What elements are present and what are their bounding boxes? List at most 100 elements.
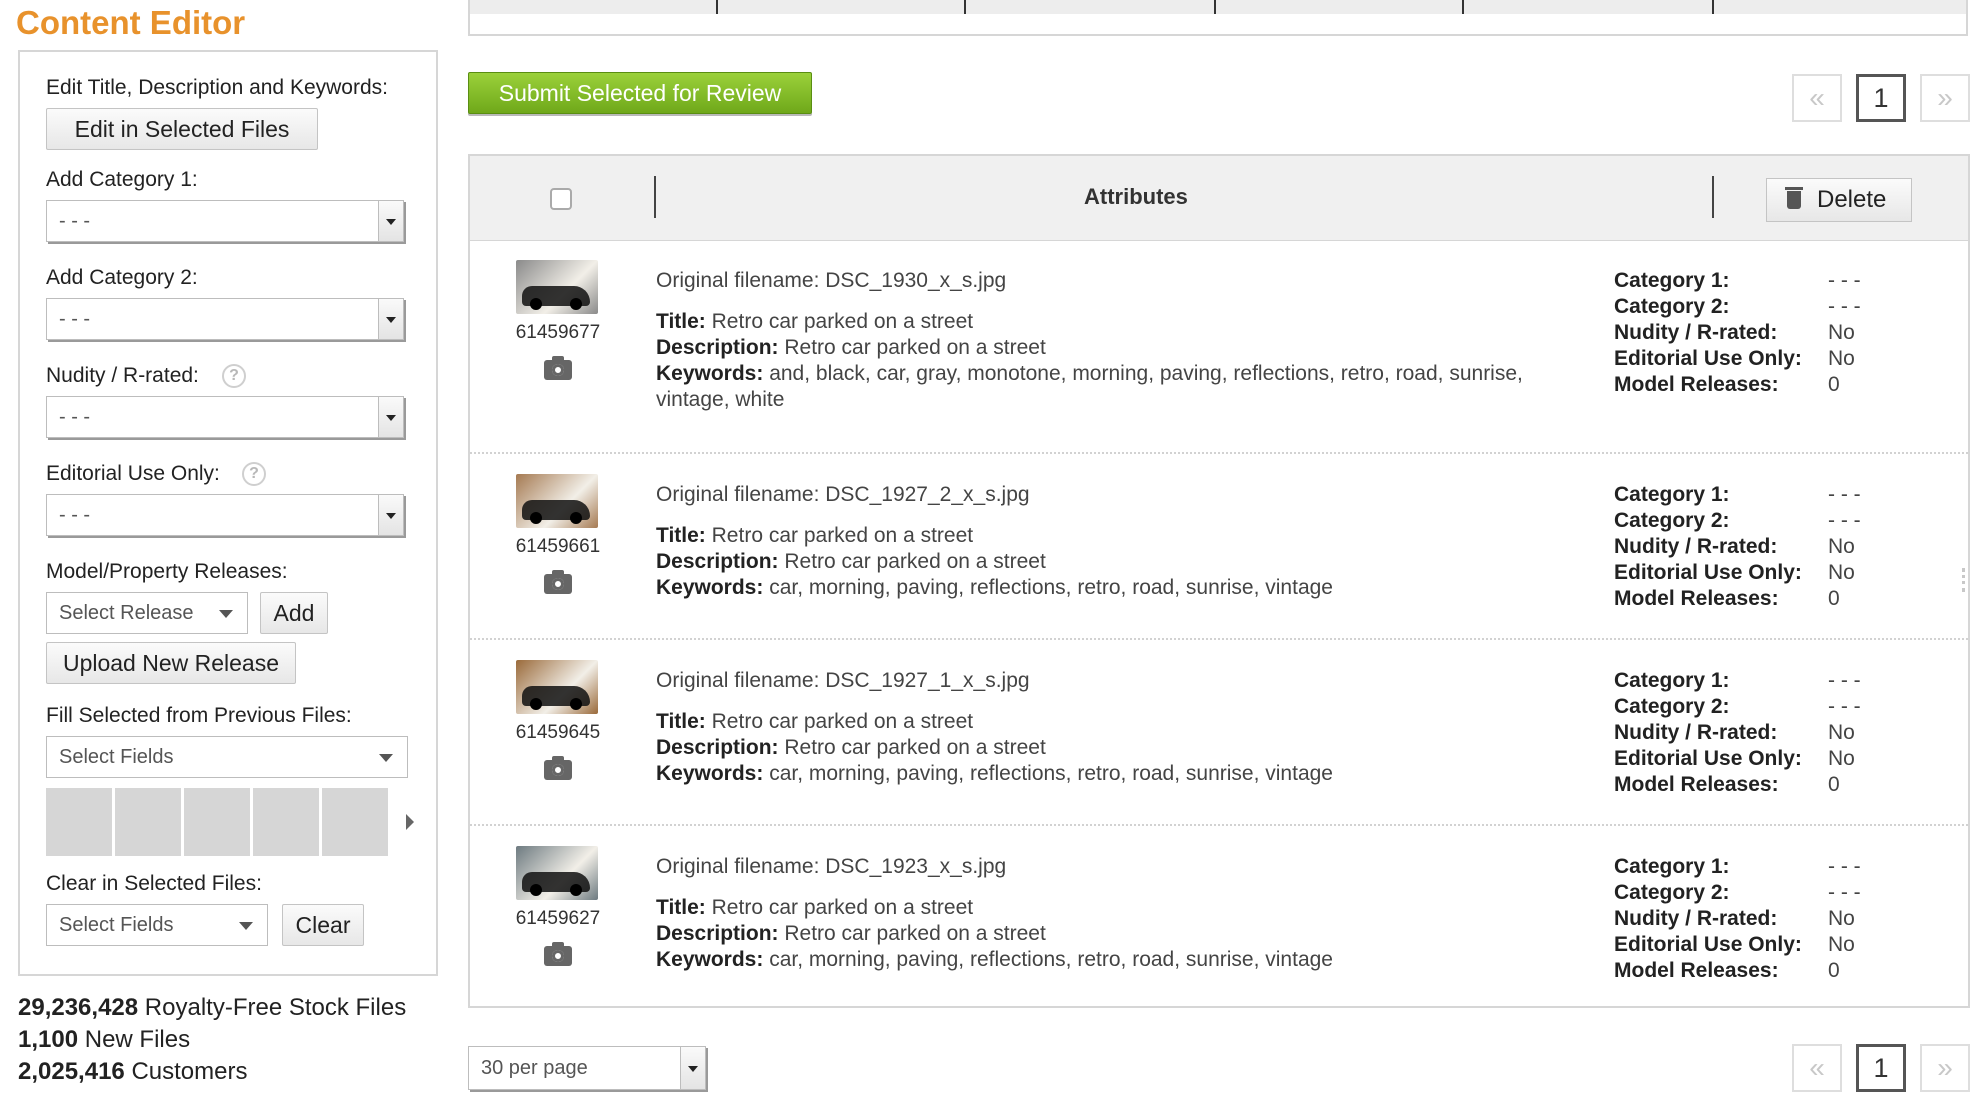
camera-icon[interactable] xyxy=(544,570,572,594)
cat2-value: - - - xyxy=(1828,509,1861,532)
releases-key: Model Releases: xyxy=(1614,587,1779,610)
chevron-down-icon xyxy=(378,201,403,241)
releases-label: Model/Property Releases: xyxy=(46,560,288,583)
nudity-key: Nudity / R-rated: xyxy=(1614,721,1778,744)
per-page-select[interactable]: 30 per page xyxy=(468,1046,706,1090)
next-page-button[interactable]: » xyxy=(1920,1044,1970,1092)
edit-label: Edit Title, Description and Keywords: xyxy=(46,76,388,99)
file-thumbnail[interactable] xyxy=(516,846,598,900)
clear-button[interactable]: Clear xyxy=(282,904,364,946)
release-select[interactable]: Select Release xyxy=(46,592,248,634)
cat2-key: Category 2: xyxy=(1614,295,1730,318)
chevron-down-icon xyxy=(219,610,233,618)
add-release-button[interactable]: Add xyxy=(260,592,328,634)
select-all-checkbox[interactable] xyxy=(550,188,572,210)
help-icon[interactable]: ? xyxy=(242,462,266,486)
editorial-value: No xyxy=(1828,347,1855,370)
file-thumbnail[interactable] xyxy=(516,660,598,714)
wheel-shape xyxy=(530,698,542,710)
file-thumbnail[interactable] xyxy=(516,260,598,314)
cat1-value: - - - xyxy=(1828,269,1861,292)
editorial-label: Editorial Use Only: xyxy=(46,462,220,485)
chevron-down-icon xyxy=(680,1047,705,1089)
cat1-key: Category 1: xyxy=(1614,855,1730,878)
submit-for-review-button[interactable]: Submit Selected for Review xyxy=(468,72,812,114)
file-attributes: Original filename: DSC_1930_x_s.jpg Titl… xyxy=(656,268,1586,413)
nudity-select[interactable]: - - - xyxy=(46,396,404,438)
page-1-button[interactable]: 1 xyxy=(1856,74,1906,122)
top-tab-bar xyxy=(468,0,1968,36)
wheel-shape xyxy=(570,512,582,524)
wheel-shape xyxy=(570,298,582,310)
cat2-value: - - - xyxy=(1828,881,1861,904)
trash-icon xyxy=(1785,187,1803,209)
keywords-line: Keywords: car, morning, paving, reflecti… xyxy=(656,948,1333,971)
stat-new-files: 1,100 New Files xyxy=(18,1026,191,1053)
cat1-key: Category 1: xyxy=(1614,269,1730,292)
table-row[interactable]: 61459645 Original filename: DSC_1927_1_x… xyxy=(470,638,1968,824)
tab-strip xyxy=(470,0,1966,14)
tab-separator xyxy=(716,0,718,14)
keywords-line: Keywords: car, morning, paving, reflecti… xyxy=(656,762,1333,785)
edit-selected-button[interactable]: Edit in Selected Files xyxy=(46,108,318,150)
camera-icon[interactable] xyxy=(544,356,572,380)
previous-files-strip xyxy=(46,788,414,856)
table-header: Attributes Delete xyxy=(470,156,1968,241)
header-divider xyxy=(1712,176,1714,218)
chevron-down-icon xyxy=(379,754,393,762)
camera-icon[interactable] xyxy=(544,756,572,780)
category1-select[interactable]: - - - xyxy=(46,200,404,242)
previous-file-slot[interactable] xyxy=(46,788,112,856)
cat1-key: Category 1: xyxy=(1614,483,1730,506)
previous-file-slot[interactable] xyxy=(322,788,388,856)
page-1-button[interactable]: 1 xyxy=(1856,1044,1906,1092)
upload-release-button[interactable]: Upload New Release xyxy=(46,642,296,684)
cat2-key: Category 2: xyxy=(1614,695,1730,718)
clear-label: Clear in Selected Files: xyxy=(46,872,262,895)
wheel-shape xyxy=(570,698,582,710)
nudity-key: Nudity / R-rated: xyxy=(1614,535,1778,558)
pagination-bottom: « 1 » xyxy=(1778,1044,1970,1092)
table-row[interactable]: 61459661 Original filename: DSC_1927_2_x… xyxy=(470,452,1968,638)
editorial-key: Editorial Use Only: xyxy=(1614,933,1802,956)
page-title: Content Editor xyxy=(16,4,246,41)
nudity-value: No xyxy=(1828,721,1855,744)
prev-page-button[interactable]: « xyxy=(1792,1044,1842,1092)
clear-fields-select[interactable]: Select Fields xyxy=(46,904,268,946)
next-page-button[interactable]: » xyxy=(1920,74,1970,122)
releases-value: 0 xyxy=(1828,959,1840,982)
title-line: Title: Retro car parked on a street xyxy=(656,896,974,919)
previous-file-slot[interactable] xyxy=(184,788,250,856)
title-line: Title: Retro car parked on a street xyxy=(656,310,974,333)
keywords-line: Keywords: and, black, car, gray, monoton… xyxy=(656,362,1523,411)
previous-file-slot[interactable] xyxy=(253,788,319,856)
table-row[interactable]: 61459627 Original filename: DSC_1923_x_s… xyxy=(470,824,1968,1006)
nudity-key: Nudity / R-rated: xyxy=(1614,321,1778,344)
delete-button[interactable]: Delete xyxy=(1766,178,1912,222)
chevron-down-icon xyxy=(239,922,253,930)
help-icon[interactable]: ? xyxy=(222,364,246,388)
camera-icon[interactable] xyxy=(544,942,572,966)
table-row[interactable]: 61459677 Original filename: DSC_1930_x_s… xyxy=(470,240,1968,452)
file-thumbnail[interactable] xyxy=(516,474,598,528)
category2-label: Add Category 2: xyxy=(46,266,198,289)
resize-handle[interactable] xyxy=(1962,568,1969,592)
releases-value: 0 xyxy=(1828,373,1840,396)
header-divider xyxy=(654,176,656,218)
previous-file-slot[interactable] xyxy=(115,788,181,856)
description-line: Description: Retro car parked on a stree… xyxy=(656,336,1046,359)
fill-fields-select[interactable]: Select Fields xyxy=(46,736,408,778)
description-line: Description: Retro car parked on a stree… xyxy=(656,550,1046,573)
file-id: 61459627 xyxy=(515,908,601,929)
filename-line: Original filename: DSC_1923_x_s.jpg xyxy=(656,855,1007,878)
category2-select[interactable]: - - - xyxy=(46,298,404,340)
tab-separator xyxy=(1214,0,1216,14)
category2-select-value: - - - xyxy=(59,307,91,330)
nudity-value: No xyxy=(1828,321,1855,344)
scroll-right-icon[interactable] xyxy=(406,814,414,830)
prev-page-button[interactable]: « xyxy=(1792,74,1842,122)
file-id: 61459661 xyxy=(515,536,601,557)
nudity-value: No xyxy=(1828,907,1855,930)
editorial-select[interactable]: - - - xyxy=(46,494,404,536)
filename-line: Original filename: DSC_1927_1_x_s.jpg xyxy=(656,669,1030,692)
